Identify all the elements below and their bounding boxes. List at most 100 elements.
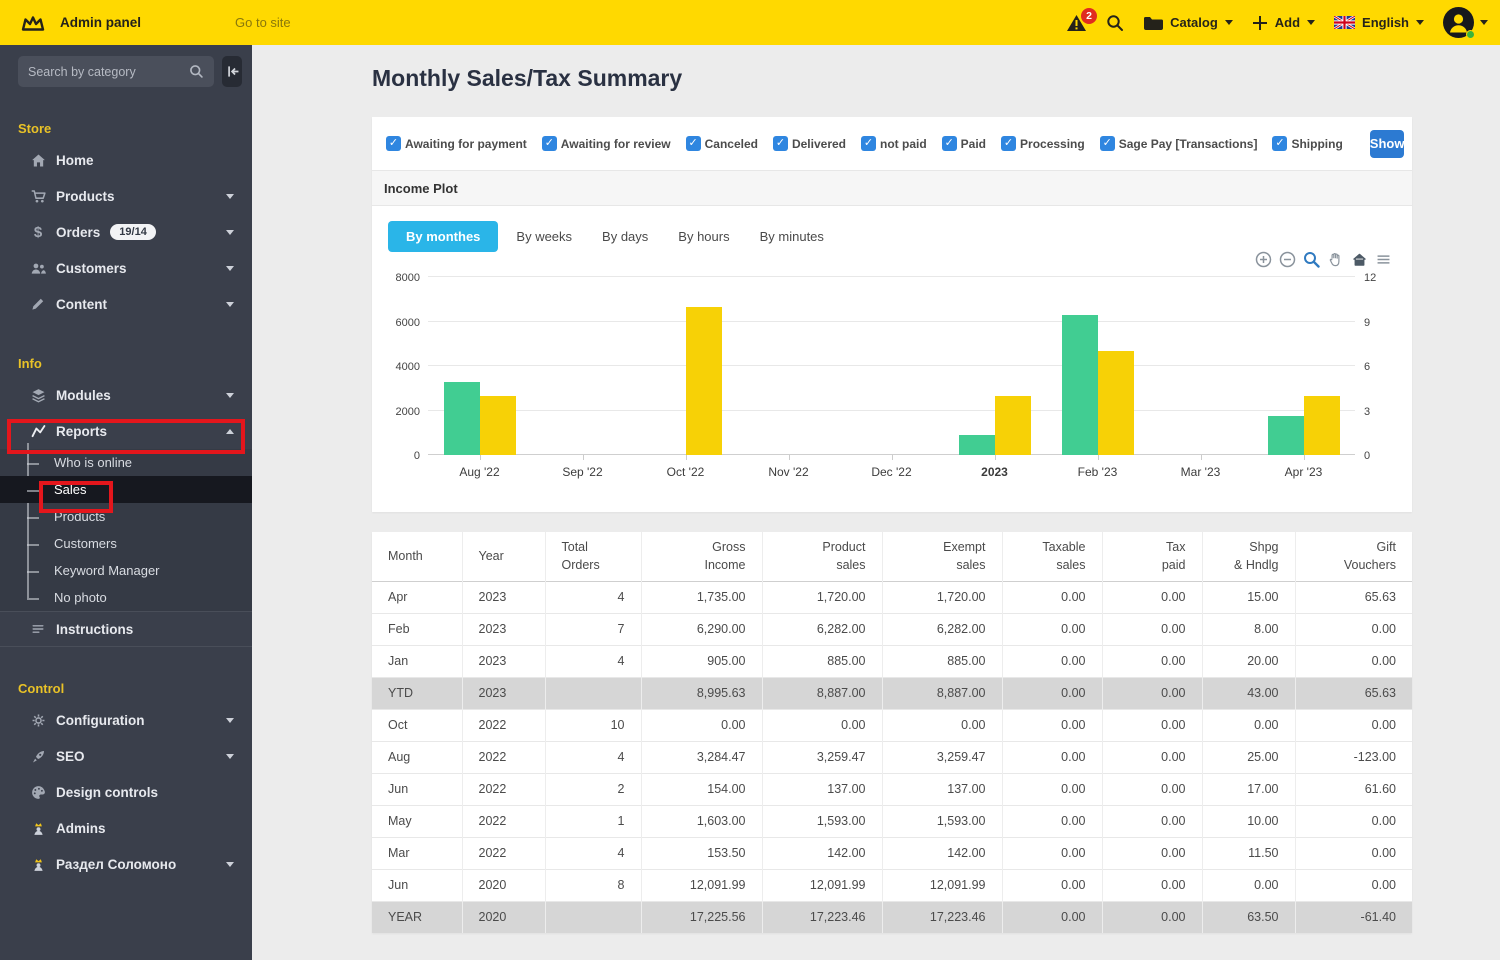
sidebar-item-razdel-solomono[interactable]: Раздел Соломоно (0, 846, 252, 882)
language-menu-button[interactable]: English (1334, 15, 1424, 30)
search-icon (189, 64, 204, 79)
table-row: May202211,603.001,593.001,593.000.000.00… (372, 805, 1412, 837)
subitem-label: Customers (54, 536, 117, 551)
sidebar-item-admins[interactable]: Admins (0, 810, 252, 846)
checkbox-checked-icon[interactable]: ✓ (386, 136, 401, 151)
income-bar (444, 382, 480, 455)
sidebar-collapse-button[interactable] (222, 56, 242, 87)
add-menu-button[interactable]: Add (1252, 15, 1315, 31)
sidebar-item-customers[interactable]: Customers (0, 250, 252, 286)
table-cell: 0.00 (1002, 581, 1102, 613)
table-cell: 17,223.46 (762, 901, 882, 933)
tab-by-weeks[interactable]: By weeks (504, 221, 584, 252)
x-axis-label: 2023 (950, 465, 1040, 479)
admin-crown-icon (28, 820, 48, 837)
chevron-down-icon (226, 393, 234, 398)
table-cell: -123.00 (1295, 741, 1412, 773)
go-to-site-link[interactable]: Go to site (235, 0, 291, 45)
table-cell: Oct (372, 709, 462, 741)
menu-icon[interactable] (1375, 251, 1392, 268)
catalog-label: Catalog (1170, 15, 1218, 30)
sidebar-item-design-controls[interactable]: Design controls (0, 774, 252, 810)
sidebar-subitem-sales[interactable]: Sales (0, 476, 252, 503)
status-filter-shipping[interactable]: ✓Shipping (1272, 136, 1342, 151)
checkbox-checked-icon[interactable]: ✓ (942, 136, 957, 151)
sidebar-subitem-customers[interactable]: Customers (0, 530, 252, 557)
filter-label: Delivered (792, 137, 846, 151)
sales-summary-table-card: MonthYearTotal OrdersGross IncomeProduct… (372, 532, 1412, 933)
tab-by-days[interactable]: By days (590, 221, 660, 252)
sidebar-subitem-who-is-online[interactable]: Who is online (0, 449, 252, 476)
x-axis-label: Sep '22 (538, 465, 628, 479)
table-cell: YEAR (372, 901, 462, 933)
table-row: Jan20234905.00885.00885.000.000.0020.000… (372, 645, 1412, 677)
sidebar-item-seo[interactable]: SEO (0, 738, 252, 774)
orders-bar (1304, 396, 1340, 455)
status-filter-paid[interactable]: ✓Paid (942, 136, 986, 151)
table-cell: 1,720.00 (762, 581, 882, 613)
x-axis-tick (995, 455, 996, 460)
zoom-in-icon[interactable] (1255, 251, 1272, 268)
status-filter-sage-pay-transactions[interactable]: ✓Sage Pay [Transactions] (1100, 136, 1258, 151)
table-row: Oct2022100.000.000.000.000.000.000.00 (372, 709, 1412, 741)
sidebar-subitem-keyword-manager[interactable]: Keyword Manager (0, 557, 252, 584)
sidebar-search-input[interactable] (28, 65, 189, 79)
sidebar-item-orders[interactable]: $ Orders 19/14 (0, 214, 252, 250)
catalog-menu-button[interactable]: Catalog (1143, 15, 1233, 31)
table-cell: 2023 (462, 645, 545, 677)
sidebar-search-box[interactable] (18, 56, 214, 87)
home-reset-icon[interactable] (1351, 251, 1368, 268)
tab-by-monthes[interactable]: By monthes (388, 221, 498, 252)
checkbox-checked-icon[interactable]: ✓ (1100, 136, 1115, 151)
gridline (428, 276, 1355, 277)
collapse-arrow-icon (224, 63, 241, 80)
table-cell: 0.00 (1295, 869, 1412, 901)
subitem-label: Who is online (54, 455, 132, 470)
rocket-icon (28, 748, 48, 765)
table-cell: 1,603.00 (641, 805, 762, 837)
sidebar-item-content[interactable]: Content (0, 286, 252, 322)
notifications-button[interactable]: 2 (1066, 14, 1087, 32)
table-cell: 0.00 (1102, 645, 1202, 677)
sidebar-subitem-no-photo[interactable]: No photo (0, 584, 252, 611)
sidebar-item-products[interactable]: Products (0, 178, 252, 214)
checkbox-checked-icon[interactable]: ✓ (773, 136, 788, 151)
gear-icon (28, 712, 48, 729)
zoom-out-icon[interactable] (1279, 251, 1296, 268)
status-filter-awaiting-for-payment[interactable]: ✓Awaiting for payment (386, 136, 527, 151)
sidebar-subitem-products[interactable]: Products (0, 503, 252, 530)
table-cell: 10 (545, 709, 641, 741)
status-filter-not-paid[interactable]: ✓not paid (861, 136, 927, 151)
checkbox-checked-icon[interactable]: ✓ (861, 136, 876, 151)
status-filter-delivered[interactable]: ✓ Delivered (773, 136, 846, 151)
x-axis-tick (1201, 455, 1202, 460)
column-header: Gift Vouchers (1295, 532, 1412, 581)
status-filter-awaiting-for-review[interactable]: ✓Awaiting for review (542, 136, 671, 151)
table-cell: 12,091.99 (882, 869, 1002, 901)
table-cell: 2022 (462, 837, 545, 869)
box-zoom-icon[interactable] (1303, 251, 1320, 268)
chevron-down-icon (226, 230, 234, 235)
tab-by-hours[interactable]: By hours (666, 221, 741, 252)
user-avatar-button[interactable] (1443, 7, 1488, 38)
checkbox-checked-icon[interactable]: ✓ (1001, 136, 1016, 151)
status-filter-processing[interactable]: ✓Processing (1001, 136, 1085, 151)
column-header: Exempt sales (882, 532, 1002, 581)
search-icon[interactable] (1106, 14, 1124, 32)
gridline (428, 321, 1355, 322)
checkbox-checked-icon[interactable]: ✓ (1272, 136, 1287, 151)
pan-icon[interactable] (1327, 251, 1344, 268)
sidebar-item-modules[interactable]: Modules (0, 377, 252, 413)
column-header: Year (462, 532, 545, 581)
show-button[interactable]: Show (1370, 130, 1405, 158)
status-filter-canceled[interactable]: ✓Canceled (686, 136, 758, 151)
sidebar-item-reports[interactable]: Reports (0, 413, 252, 449)
table-cell: 0.00 (1202, 869, 1295, 901)
checkbox-checked-icon[interactable]: ✓ (542, 136, 557, 151)
orders-bar (995, 396, 1031, 455)
checkbox-checked-icon[interactable]: ✓ (686, 136, 701, 151)
sidebar-item-instructions[interactable]: Instructions (0, 611, 252, 647)
tab-by-minutes[interactable]: By minutes (748, 221, 836, 252)
sidebar-item-configuration[interactable]: Configuration (0, 702, 252, 738)
sidebar-item-home[interactable]: Home (0, 142, 252, 178)
